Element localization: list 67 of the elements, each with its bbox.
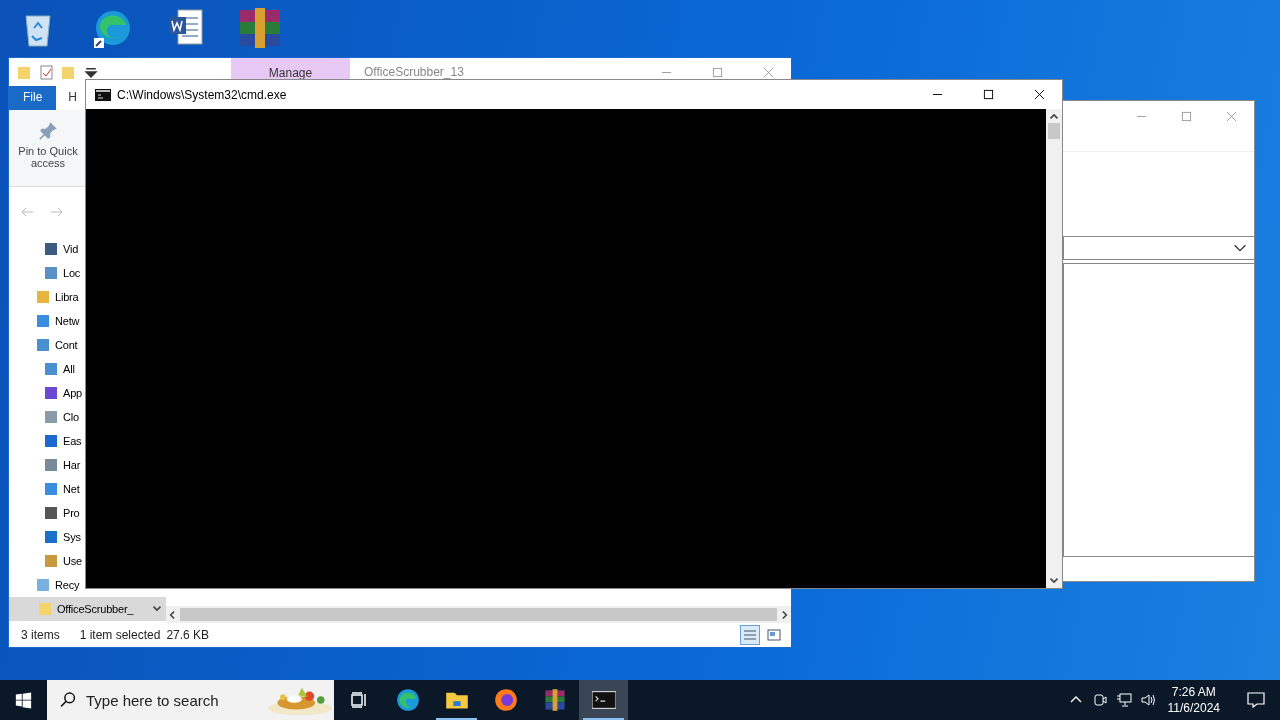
nav-item[interactable]: Netw <box>55 315 80 327</box>
nav-item-icon <box>43 505 59 521</box>
scroll-thumb[interactable] <box>1048 123 1060 139</box>
notification-icon[interactable] <box>1246 690 1266 710</box>
console-icon <box>591 691 616 709</box>
nav-item-icon <box>43 241 59 257</box>
console-icon <box>95 88 111 101</box>
nav-item-icon <box>35 313 51 329</box>
nav-item-icon <box>43 553 59 569</box>
nav-item-icon <box>43 409 59 425</box>
nav-item[interactable]: Recy <box>55 579 80 591</box>
properties-icon[interactable] <box>39 64 55 80</box>
nav-item-icon <box>43 361 59 377</box>
horizontal-scrollbar[interactable] <box>166 606 791 623</box>
window-title: C:\Windows\System32\cmd.exe <box>117 87 287 102</box>
nav-item-icon <box>43 529 59 545</box>
nav-item-icon <box>43 385 59 401</box>
selection-status: 1 item selected <box>79 628 161 642</box>
taskbar-app[interactable] <box>579 680 628 720</box>
nav-item[interactable]: Use <box>63 555 82 567</box>
nav-item[interactable]: App <box>63 387 82 399</box>
nav-item[interactable]: Eas <box>63 435 82 447</box>
window-title: OfficeScrubber_13 <box>364 65 464 79</box>
nav-item-icon <box>43 457 59 473</box>
nav-item[interactable]: Net <box>63 483 80 495</box>
nav-item[interactable]: Sys <box>63 531 81 543</box>
browser-icon <box>395 688 420 712</box>
selected-row-background[interactable]: OfficeScrubber_ <box>9 597 166 621</box>
nav-item-icon <box>43 265 59 281</box>
search-field[interactable]: Type here to search <box>84 690 258 710</box>
selection-size: 27.6 KB <box>166 628 210 642</box>
pin-button[interactable]: Pin to Quick access <box>9 110 87 186</box>
clock-time[interactable]: 7:26 AM <box>1171 684 1216 700</box>
maximize-icon[interactable] <box>983 89 994 100</box>
nav-item-icon <box>35 577 51 593</box>
context-tab[interactable]: Manage <box>231 58 350 79</box>
nav-item[interactable]: Pro <box>63 507 80 519</box>
ribbon-tab[interactable]: File <box>9 86 57 110</box>
nav-item[interactable]: OfficeScrubber_ <box>57 603 134 615</box>
nav-item[interactable]: Har <box>63 459 81 471</box>
nav-item-icon <box>43 481 59 497</box>
clock-date[interactable]: 11/6/2024 <box>1167 700 1220 716</box>
nav-item[interactable]: Clo <box>63 411 79 423</box>
nav-item[interactable]: All <box>63 363 75 375</box>
browser-icon <box>493 688 518 712</box>
item-count: 3 items <box>21 628 60 642</box>
windows-logo-icon[interactable] <box>15 691 32 709</box>
dropdown-field[interactable] <box>1063 236 1254 260</box>
camera-icon[interactable] <box>1091 692 1108 708</box>
ribbon-tab[interactable]: H <box>56 86 79 110</box>
nav-item-icon <box>35 337 51 353</box>
vertical-scrollbar[interactable] <box>1046 109 1062 588</box>
speaker-icon[interactable] <box>1139 692 1156 708</box>
nav-item[interactable]: Cont <box>55 339 78 351</box>
network-icon[interactable] <box>1115 692 1132 708</box>
nav-item[interactable]: Vid <box>63 243 79 255</box>
nav-item-icon <box>35 289 51 305</box>
pin-icon <box>37 120 59 142</box>
search-icon <box>59 691 76 709</box>
search-bar[interactable]: Type here to search <box>47 680 334 720</box>
nav-item-icon <box>43 433 59 449</box>
nav-item[interactable]: Loc <box>63 267 81 279</box>
task-view-icon <box>348 690 369 710</box>
archive-icon <box>542 688 567 712</box>
nav-item[interactable]: Libra <box>55 291 79 303</box>
nav-item-icon <box>37 601 53 617</box>
close-icon[interactable] <box>1034 89 1045 100</box>
